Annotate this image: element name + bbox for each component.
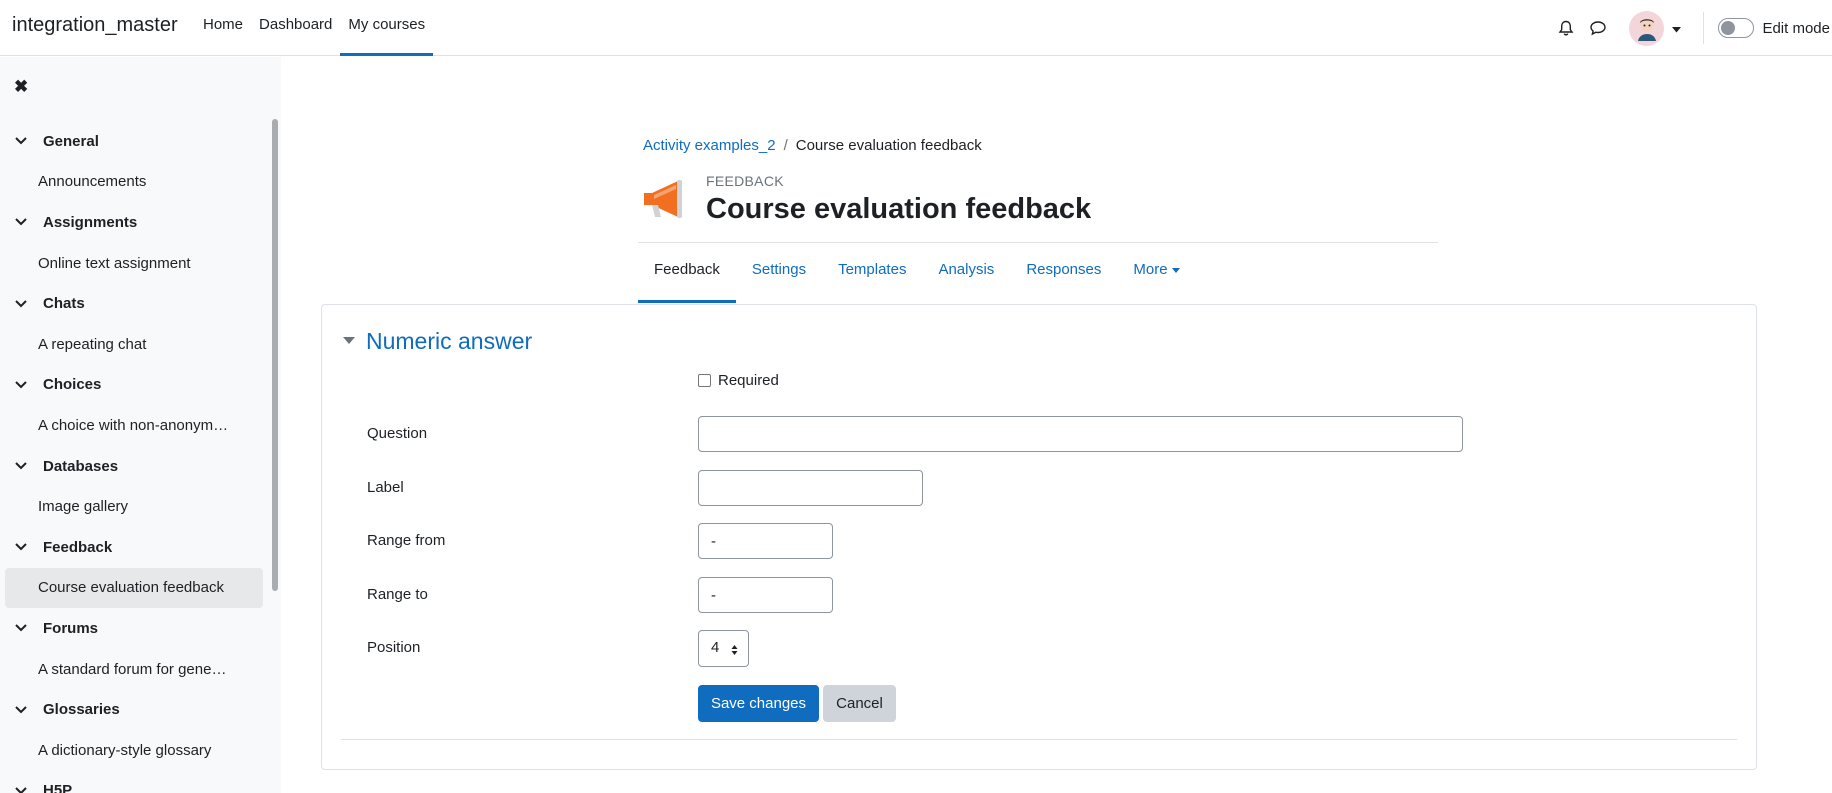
course-index-item[interactable]: Image gallery (5, 486, 263, 527)
chevron-down-icon[interactable] (15, 462, 33, 470)
course-index-drawer: ✖ General Announcements Assignments Online … (0, 57, 281, 793)
course-section-title: H5P (43, 782, 73, 793)
course-section-general[interactable]: General (5, 121, 263, 162)
question-label: Question (367, 425, 428, 442)
chevron-down-icon[interactable] (15, 543, 33, 551)
course-section-feedback[interactable]: Feedback (5, 527, 263, 568)
module-type: FEEDBACK (706, 173, 784, 189)
navbar-divider (1703, 12, 1705, 44)
course-section-assignments[interactable]: Assignments (5, 202, 263, 243)
position-label: Position (367, 639, 421, 656)
chat-icon[interactable] (1583, 13, 1613, 43)
site-name[interactable]: integration_master (12, 14, 178, 37)
chevron-down-icon[interactable] (1672, 20, 1682, 37)
course-section-title: Chats (43, 295, 85, 313)
course-index-item[interactable]: Online text assignment (5, 243, 263, 284)
course-section-title: Assignments (43, 213, 138, 231)
course-section-h5p[interactable]: H5P (5, 771, 263, 793)
avatar[interactable] (1629, 10, 1665, 46)
position-select-value: 4 (711, 639, 720, 656)
course-index-item[interactable]: A standard forum for gene… (5, 649, 263, 690)
save-changes-button[interactable]: Save changes (698, 685, 819, 722)
breadcrumb: Activity examples_2 / Course evaluation … (643, 137, 982, 154)
breadcrumb-separator: / (783, 137, 788, 154)
tab-analysis[interactable]: Analysis (922, 253, 1010, 303)
bell-icon[interactable] (1551, 13, 1581, 43)
question-form-card (321, 304, 1757, 770)
course-index-item[interactable]: Course evaluation feedback (5, 567, 263, 609)
chevron-down-icon[interactable] (15, 787, 33, 793)
drawer-scrollbar[interactable] (272, 119, 278, 591)
course-section-choices[interactable]: Choices (5, 365, 263, 406)
page-scrollbar[interactable] (1826, 57, 1832, 793)
position-select[interactable]: 4 (698, 630, 749, 667)
course-section-title: Choices (43, 376, 102, 394)
course-section-chats[interactable]: Chats (5, 283, 263, 324)
breadcrumb-parent[interactable]: Activity examples_2 (643, 137, 776, 154)
tab-settings[interactable]: Settings (736, 253, 822, 303)
course-section-title: Forums (43, 619, 99, 637)
tab-feedback[interactable]: Feedback (638, 253, 736, 303)
range-from-input[interactable] (698, 523, 833, 559)
label-input[interactable] (698, 470, 923, 506)
toggle-knob (1721, 21, 1736, 35)
course-section-glossaries[interactable]: Glossaries (5, 689, 263, 730)
chevron-down-icon[interactable] (15, 624, 33, 632)
collapse-toggle-icon[interactable] (343, 337, 355, 344)
chevron-down-icon[interactable] (15, 381, 33, 389)
sort-arrows-icon (731, 643, 738, 660)
chevron-down-icon[interactable] (15, 137, 33, 145)
fieldset-legend[interactable]: Numeric answer (366, 328, 532, 355)
course-section-title: Glossaries (43, 701, 120, 719)
chevron-down-icon[interactable] (15, 299, 33, 308)
chevron-down-icon (1171, 267, 1180, 273)
header-divider (638, 242, 1438, 243)
tab-responses[interactable]: Responses (1010, 253, 1117, 303)
course-section-title: Feedback (43, 538, 113, 556)
range-to-label: Range to (367, 586, 428, 603)
top-navbar: integration_master Home Dashboard My cou… (0, 0, 1832, 56)
cancel-button[interactable]: Cancel (823, 685, 896, 722)
page-title: Course evaluation feedback (706, 193, 1092, 225)
nav-home[interactable]: Home (195, 0, 251, 56)
edit-mode-toggle[interactable] (1718, 18, 1755, 38)
range-from-label: Range from (367, 532, 446, 549)
user-navigation: Edit mode (1551, 0, 1832, 56)
megaphone-icon (640, 175, 688, 223)
chevron-down-icon[interactable] (15, 218, 33, 226)
required-label: Required (718, 372, 779, 389)
tab-templates[interactable]: Templates (822, 253, 922, 303)
course-index-item[interactable]: A choice with non-anonym… (5, 405, 263, 446)
question-input[interactable] (698, 416, 1463, 452)
form-divider (341, 739, 1737, 740)
course-section-title: General (43, 132, 99, 150)
chevron-down-icon[interactable] (15, 705, 33, 714)
range-to-input[interactable] (698, 577, 833, 613)
course-section-forums[interactable]: Forums (5, 608, 263, 649)
course-index-item[interactable]: A dictionary-style glossary (5, 730, 263, 771)
course-index-item[interactable]: Announcements (5, 162, 263, 203)
required-checkbox[interactable] (698, 374, 711, 387)
nav-my-courses[interactable]: My courses (340, 0, 434, 56)
tab-more-label: More (1133, 261, 1168, 278)
tab-more[interactable]: More (1117, 253, 1195, 303)
label-label: Label (367, 479, 404, 496)
edit-mode-label: Edit mode (1762, 19, 1830, 37)
course-section-databases[interactable]: Databases (5, 446, 263, 487)
primary-navigation: Home Dashboard My courses (195, 0, 434, 56)
secondary-navigation: Feedback Settings Templates Analysis Res… (638, 253, 1196, 303)
course-section-title: Databases (43, 457, 119, 475)
close-icon[interactable]: ✖ (14, 77, 28, 97)
breadcrumb-current: Course evaluation feedback (795, 137, 982, 154)
nav-dashboard[interactable]: Dashboard (251, 0, 340, 56)
course-index: General Announcements Assignments Online te… (5, 121, 263, 793)
course-index-item[interactable]: A repeating chat (5, 324, 263, 365)
